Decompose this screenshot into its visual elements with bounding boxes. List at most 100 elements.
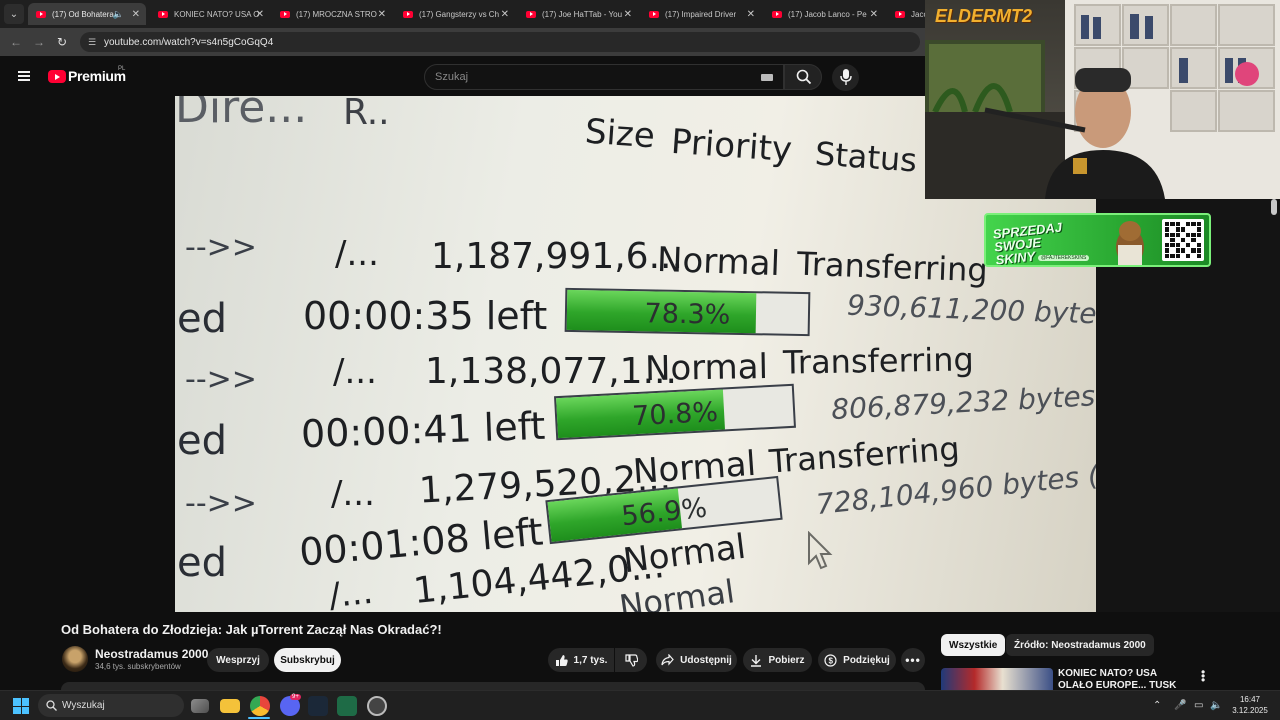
system-clock[interactable]: 16:47 3.12.2025 (1228, 694, 1272, 716)
progress-bar: 70.8% (554, 383, 796, 441)
browser-tab[interactable]: (17) MROCZNA STRO ✕ (272, 3, 392, 25)
qr-code-icon (1162, 219, 1204, 261)
row-time-left: 00:00:35 left (303, 294, 548, 338)
browser-tab[interactable]: KONIEC NATO? USA O ✕ (150, 3, 270, 25)
scrollbar-thumb[interactable] (1271, 199, 1277, 215)
start-windows-icon[interactable] (13, 698, 29, 714)
video-info-section: Od Bohatera do Złodzieja: Jak µTorrent Z… (0, 612, 1280, 690)
more-vertical-icon[interactable]: • • • (1201, 666, 1205, 686)
notification-badge: 9+ (290, 694, 301, 700)
terminal-app-icon[interactable] (337, 696, 357, 716)
youtube-favicon-icon (895, 10, 905, 18)
row-status: Transferring (782, 340, 975, 382)
dislike-button[interactable] (615, 648, 647, 672)
column-header-r: R.. (343, 96, 390, 133)
close-tab-icon[interactable]: ✕ (624, 9, 632, 20)
share-icon (661, 654, 674, 666)
mouse-cursor-icon (808, 531, 833, 570)
more-actions-button[interactable]: ••• (901, 648, 925, 672)
clock-time: 16:47 (1239, 695, 1261, 704)
close-tab-icon[interactable]: ✕ (870, 9, 878, 20)
subscriber-count: 34,6 tys. subskrybentów (95, 662, 181, 671)
row-arrow: -->> (185, 362, 257, 397)
search-button[interactable] (784, 64, 822, 90)
search-input[interactable]: Szukaj (424, 64, 784, 90)
browser-tab-active[interactable]: (17) Od Bohatera 🔈 ✕ (28, 3, 146, 25)
row-arrow: -->> (185, 486, 257, 521)
channel-name[interactable]: Neostradamus 2000 (95, 647, 208, 661)
support-button[interactable]: Wesprzyj (207, 648, 269, 672)
volume-icon[interactable]: 🔈 (1210, 700, 1222, 711)
chrome-icon[interactable] (250, 696, 270, 716)
address-bar-row: ← → ↻ ☰ youtube.com/watch?v=s4n5gCoGqQ4 (0, 28, 925, 56)
row-name-fragment: ed (177, 540, 227, 586)
taskbar-search-input[interactable]: Wyszukaj (38, 694, 184, 717)
filter-chip-source[interactable]: Źródło: Neostradamus 2000 (1006, 634, 1154, 656)
browser-tab[interactable]: (17) Gangsterzy vs Ch ✕ (395, 3, 515, 25)
site-info-icon[interactable]: ☰ (88, 37, 96, 48)
close-tab-icon[interactable]: ✕ (256, 9, 264, 20)
display-icon[interactable]: ▭ (1194, 700, 1203, 711)
reload-icon[interactable]: ↻ (57, 35, 67, 49)
close-tab-icon[interactable]: ✕ (747, 9, 755, 20)
back-arrow-icon[interactable]: ← (10, 35, 22, 49)
windows-taskbar: Wyszukaj 9+ ⌃ 🎤 ▭ 🔈 16:47 3.12.2025 (0, 690, 1280, 720)
close-tab-icon[interactable]: ✕ (378, 9, 386, 20)
browser-tab[interactable]: (17) Jacob Lanco - Pe ✕ (764, 3, 884, 25)
download-button[interactable]: Pobierz (743, 648, 812, 672)
task-view-icon[interactable] (191, 699, 209, 713)
row-path: /... (327, 571, 375, 612)
like-button[interactable]: 1,7 tys. (548, 648, 614, 672)
voice-search-button[interactable] (832, 64, 859, 91)
progress-bar: 78.3% (564, 287, 811, 337)
close-tab-icon[interactable]: ✕ (501, 9, 509, 20)
steam-icon[interactable] (308, 696, 328, 716)
browser-tab[interactable]: (17) Impaired Driver ✕ (641, 3, 761, 25)
row-size: 1,187,991,6... (431, 236, 683, 277)
promo-banner[interactable]: SPRZEDAJ SWOJE SKINY @FAJTEREKSKINS (984, 213, 1211, 267)
filter-chip-all[interactable]: Wszystkie (941, 634, 1006, 656)
dog-mascot-icon (1116, 221, 1144, 265)
url-field[interactable]: ☰ youtube.com/watch?v=s4n5gCoGqQ4 (80, 32, 920, 52)
recommended-video-title[interactable]: KONIEC NATO? USA OLAŁO EUROPE... TUSK SZ… (1058, 668, 1183, 690)
streamer-webcam: ELDERMT2 (925, 0, 1280, 199)
description-box[interactable] (61, 682, 925, 690)
thumbs-up-icon (555, 654, 568, 666)
row-arrow: -->> (185, 230, 257, 265)
browser-tab[interactable]: Jaco (887, 3, 925, 25)
column-header-priority: Priority (669, 121, 794, 171)
obs-icon[interactable] (367, 696, 387, 716)
search-icon (796, 69, 812, 85)
microphone-icon[interactable]: 🎤 (1174, 700, 1186, 711)
download-icon (751, 654, 762, 667)
forward-arrow-icon[interactable]: → (33, 35, 45, 49)
recommended-video-thumbnail[interactable] (941, 668, 1053, 690)
keyboard-icon[interactable] (761, 74, 773, 81)
menu-hamburger-icon[interactable] (18, 71, 30, 81)
tray-chevron-icon[interactable]: ⌃ (1153, 700, 1161, 711)
row-priority: Normal (656, 239, 781, 285)
youtube-logo-icon[interactable] (48, 70, 66, 83)
column-header-dire: Dire... (175, 96, 308, 133)
column-header-size: Size (583, 111, 657, 157)
thanks-button[interactable]: $ Podziękuj (818, 648, 896, 672)
row-path: /... (333, 352, 377, 392)
more-horizontal-icon: ••• (905, 653, 921, 667)
file-explorer-icon[interactable] (220, 699, 240, 713)
share-button[interactable]: Udostępnij (656, 648, 737, 672)
speaker-icon[interactable]: 🔈 (113, 9, 124, 20)
subscribe-button[interactable]: Subskrybuj (274, 648, 341, 672)
region-code: PL (118, 66, 126, 72)
youtube-favicon-icon (280, 10, 290, 18)
row-name-fragment: ed (177, 418, 227, 464)
youtube-favicon-icon (403, 10, 413, 18)
close-tab-icon[interactable]: ✕ (132, 9, 140, 20)
like-count: 1,7 tys. (573, 654, 608, 666)
video-title: Od Bohatera do Złodzieja: Jak µTorrent Z… (61, 622, 442, 637)
browser-tab[interactable]: (17) Joe HaTTab - You ✕ (518, 3, 638, 25)
webcam-scene (925, 0, 1280, 199)
row-priority: Normal (644, 346, 769, 390)
channel-avatar[interactable] (62, 646, 88, 672)
tab-search-chevron-icon[interactable]: ⌄ (4, 4, 24, 24)
svg-text:$: $ (829, 656, 834, 665)
